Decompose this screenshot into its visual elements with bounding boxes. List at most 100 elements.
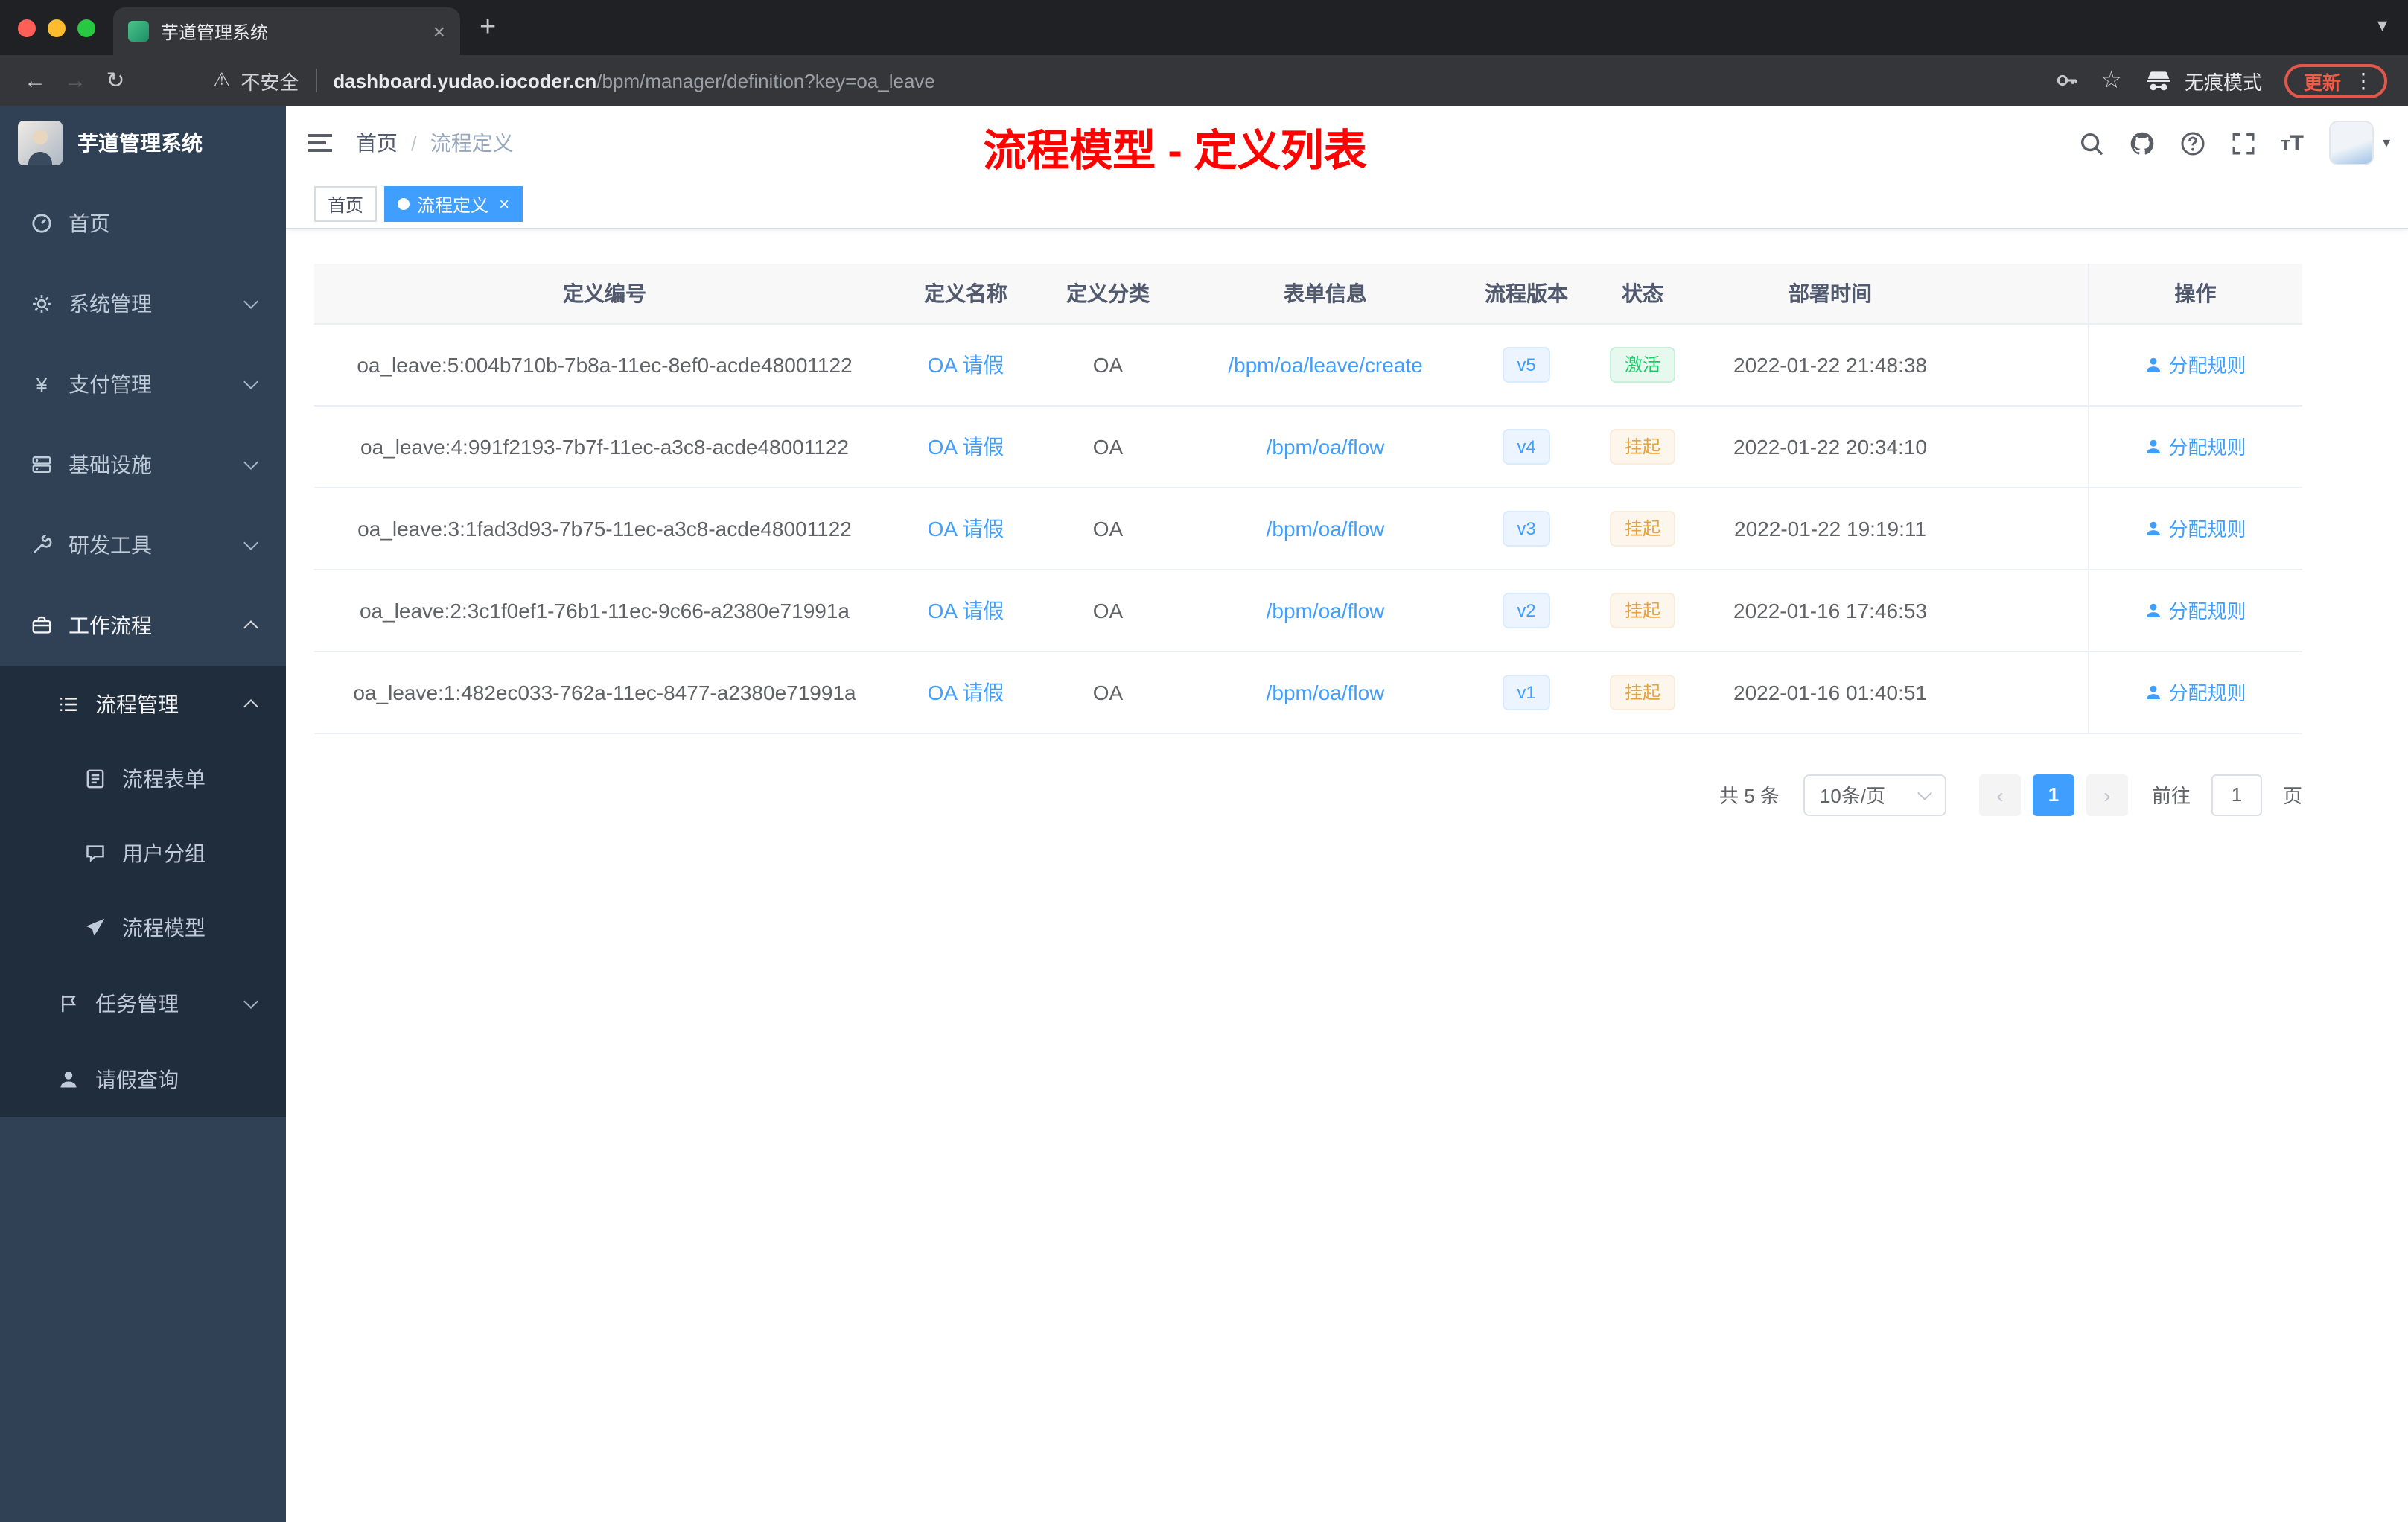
spacer-cell bbox=[1957, 405, 2088, 488]
next-page-button[interactable]: › bbox=[2086, 774, 2128, 815]
assign-rule-label: 分配规则 bbox=[2168, 518, 2246, 541]
dashboard-icon bbox=[30, 213, 54, 234]
column-header-status: 状态 bbox=[1582, 264, 1704, 324]
page-size-select[interactable]: 10条/页 bbox=[1803, 774, 1946, 815]
sidebar: 芋道管理系统 首页系统管理 ¥ 支付管理 基础设施 研发工具 工作流程流程管理流程表单用户… bbox=[0, 106, 286, 1522]
sidebar-item-process-management[interactable]: 流程管理 bbox=[0, 666, 286, 742]
form-info-link[interactable]: /bpm/oa/flow bbox=[1267, 516, 1385, 540]
sidebar-item-payment-management[interactable]: ¥ 支付管理 bbox=[0, 344, 286, 424]
github-icon[interactable] bbox=[2129, 130, 2154, 156]
sidebar-item-system-management[interactable]: 系统管理 bbox=[0, 264, 286, 344]
tag-home[interactable]: 首页 bbox=[314, 186, 378, 222]
sidebar-item-process-form[interactable]: 流程表单 bbox=[0, 742, 286, 816]
gear-icon bbox=[30, 293, 54, 314]
user-icon bbox=[2147, 520, 2161, 535]
tag-process-definition[interactable]: 流程定义 × bbox=[384, 186, 523, 222]
reload-button[interactable]: ↻ bbox=[95, 60, 136, 101]
sidebar-item-leave-query[interactable]: 请假查询 bbox=[0, 1041, 286, 1117]
security-chip[interactable]: ⚠ 不安全 bbox=[213, 66, 299, 95]
header-actions: TT ▾ bbox=[2078, 121, 2408, 165]
sidebar-item-infrastructure[interactable]: 基础设施 bbox=[0, 424, 286, 505]
fullscreen-icon[interactable] bbox=[2230, 130, 2255, 156]
form-info-link[interactable]: /bpm/oa/flow bbox=[1267, 434, 1385, 458]
sidebar-item-dev-tools[interactable]: 研发工具 bbox=[0, 505, 286, 585]
browser-menu-kebab-icon[interactable]: ⋮ bbox=[2353, 68, 2374, 93]
user-icon bbox=[2147, 357, 2161, 371]
address-divider bbox=[315, 69, 317, 92]
app-title: 芋道管理系统 bbox=[77, 131, 203, 155]
assign-rule-link[interactable]: 分配规则 bbox=[2144, 678, 2246, 706]
sidebar-toggle-icon[interactable] bbox=[308, 134, 332, 152]
app-header: 首页 / 流程定义 流程模型 - 定义列表 T T ▾ bbox=[286, 106, 2408, 180]
spacer-cell bbox=[1957, 651, 2088, 733]
chevron-down-icon bbox=[1917, 785, 1932, 800]
assign-rule-link[interactable]: 分配规则 bbox=[2144, 514, 2246, 542]
active-dot-icon bbox=[398, 198, 410, 210]
search-icon[interactable] bbox=[2078, 130, 2103, 156]
server-icon bbox=[30, 454, 54, 475]
minimize-window-button[interactable] bbox=[48, 19, 66, 36]
sidebar-item-label: 系统管理 bbox=[69, 292, 152, 316]
forward-button[interactable]: → bbox=[55, 60, 95, 101]
url-path: /bpm/manager/definition?key=oa_leave bbox=[596, 69, 935, 92]
browser-tab[interactable]: 芋道管理系统 × bbox=[113, 7, 460, 55]
column-header-category: 定义分类 bbox=[1036, 264, 1179, 324]
maximize-window-button[interactable] bbox=[77, 19, 95, 36]
sidebar-item-label: 流程管理 bbox=[95, 692, 179, 716]
sidebar-item-label: 请假查询 bbox=[95, 1067, 179, 1091]
incognito-icon bbox=[2147, 71, 2170, 90]
sidebar-item-process-model[interactable]: 流程模型 bbox=[0, 891, 286, 965]
key-icon[interactable] bbox=[2054, 69, 2078, 92]
sidebar-item-user-group[interactable]: 用户分组 bbox=[0, 816, 286, 891]
close-window-button[interactable] bbox=[18, 19, 36, 36]
definition-name-link[interactable]: OA 请假 bbox=[928, 598, 1004, 622]
font-size-icon[interactable]: TT bbox=[2281, 132, 2304, 154]
sidebar-item-label: 用户分组 bbox=[122, 841, 206, 865]
breadcrumb-home[interactable]: 首页 bbox=[356, 128, 398, 158]
table-row: oa_leave:4:991f2193-7b7f-11ec-a3c8-acde4… bbox=[314, 405, 2302, 488]
definition-name-link[interactable]: OA 请假 bbox=[928, 516, 1004, 540]
new-tab-button[interactable]: + bbox=[480, 11, 496, 44]
security-label: 不安全 bbox=[241, 71, 299, 93]
form-info-link[interactable]: /bpm/oa/flow bbox=[1267, 598, 1385, 622]
prev-page-button[interactable]: ‹ bbox=[1978, 774, 2021, 815]
column-header-definition-name: 定义名称 bbox=[895, 264, 1036, 324]
column-header-form-info: 表单信息 bbox=[1179, 264, 1471, 324]
assign-rule-link[interactable]: 分配规则 bbox=[2144, 596, 2246, 624]
sidebar-item-home[interactable]: 首页 bbox=[0, 183, 286, 264]
goto-page-input[interactable] bbox=[2211, 774, 2262, 815]
incognito-badge: 无痕模式 bbox=[2144, 66, 2262, 95]
table-header-row: 定义编号 定义名称 定义分类 表单信息 流程版本 状态 部署时间 操作 bbox=[314, 264, 2302, 324]
screen: 芋道管理系统 × + ▾ ← → ↻ ⚠ 不安全 dashboard.yudao… bbox=[0, 0, 2408, 1522]
sidebar-item-task-management[interactable]: 任务管理 bbox=[0, 965, 286, 1041]
avatar bbox=[2328, 121, 2374, 165]
help-icon[interactable] bbox=[2179, 130, 2205, 156]
tab-search-chevron-icon[interactable]: ▾ bbox=[2377, 13, 2387, 37]
definition-name-link[interactable]: OA 请假 bbox=[928, 434, 1004, 458]
sidebar-menu: 首页系统管理 ¥ 支付管理 基础设施 研发工具 工作流程流程管理流程表单用户分组流程模型任… bbox=[0, 180, 286, 1117]
user-avatar-menu[interactable]: ▾ bbox=[2328, 121, 2390, 165]
status-badge: 激活 bbox=[1609, 346, 1675, 382]
list-icon bbox=[57, 693, 80, 714]
bookmark-star-icon[interactable]: ☆ bbox=[2100, 66, 2122, 95]
chevron-down-icon bbox=[243, 535, 258, 550]
tab-close-icon[interactable]: × bbox=[433, 19, 445, 43]
browser-update-button[interactable]: 更新 ⋮ bbox=[2284, 63, 2387, 98]
main-area: 首页 / 流程定义 流程模型 - 定义列表 T T ▾ 首页 流程定义 × 定义… bbox=[286, 106, 2408, 1522]
assign-rule-link[interactable]: 分配规则 bbox=[2144, 350, 2246, 378]
breadcrumb: 首页 / 流程定义 bbox=[356, 128, 514, 158]
assign-rule-link[interactable]: 分配规则 bbox=[2144, 432, 2246, 460]
form-info-link[interactable]: /bpm/oa/flow bbox=[1267, 680, 1385, 704]
url-display[interactable]: dashboard.yudao.iocoder.cn/bpm/manager/d… bbox=[333, 69, 2054, 92]
form-info-link[interactable]: /bpm/oa/leave/create bbox=[1228, 352, 1423, 376]
definition-name-link[interactable]: OA 请假 bbox=[928, 352, 1004, 376]
back-button[interactable]: ← bbox=[15, 60, 55, 101]
page-1-button[interactable]: 1 bbox=[2032, 774, 2074, 815]
tag-close-icon[interactable]: × bbox=[499, 194, 509, 214]
sidebar-logo[interactable]: 芋道管理系统 bbox=[0, 106, 286, 180]
definition-category: OA bbox=[1036, 487, 1179, 570]
definition-name-link[interactable]: OA 请假 bbox=[928, 680, 1004, 704]
yen-icon: ¥ bbox=[36, 372, 48, 396]
sidebar-item-workflow[interactable]: 工作流程 bbox=[0, 585, 286, 666]
tag-label: 首页 bbox=[328, 194, 364, 215]
